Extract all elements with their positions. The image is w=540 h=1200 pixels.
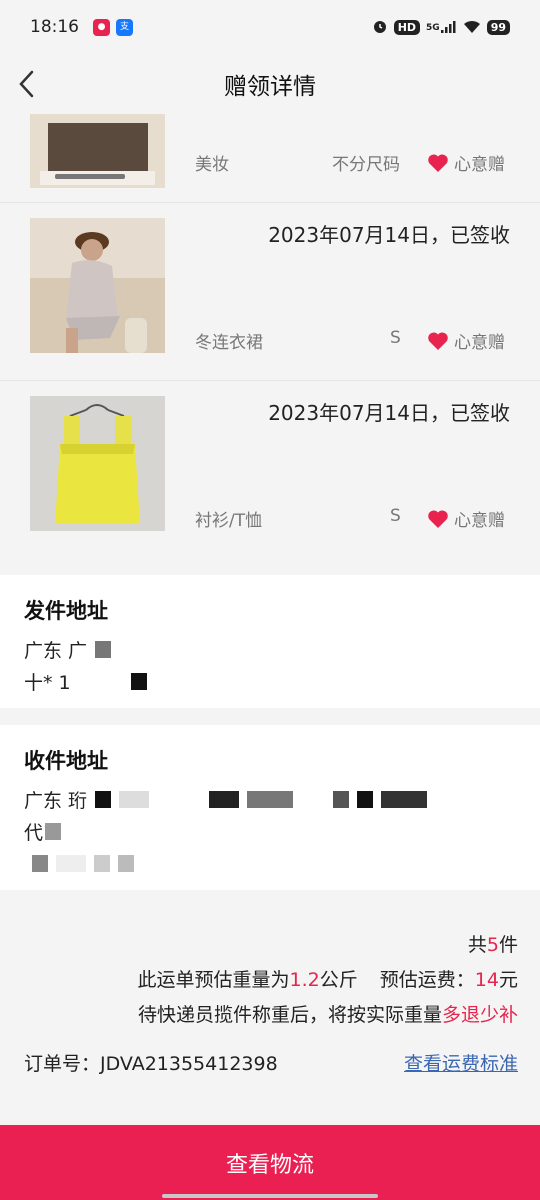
back-arrow-icon[interactable]	[14, 66, 44, 102]
redaction-block	[118, 854, 134, 872]
receiver-address-line: 广东 珩	[24, 783, 516, 815]
redaction-block	[56, 854, 86, 872]
gift-type: 心意赠	[427, 328, 505, 353]
status-time: 18:16	[30, 17, 79, 37]
product-image	[30, 114, 165, 188]
item-size: S	[390, 328, 401, 348]
page-header: 赠领详情	[0, 54, 540, 114]
page-title: 赠领详情	[224, 74, 316, 100]
alarm-icon	[373, 21, 386, 33]
item-date: 2023年07月14日，已签收	[268, 223, 510, 247]
redaction-block	[381, 790, 428, 808]
order-number: 订单号：JDVA21355412398	[24, 1053, 278, 1075]
product-image	[30, 218, 165, 353]
redaction-block	[209, 790, 240, 808]
item-size: 不分尺码	[332, 155, 400, 175]
sender-address-title: 发件地址	[24, 599, 108, 623]
redaction-block	[95, 790, 112, 808]
status-icons: HD 5G 99	[372, 19, 510, 35]
redaction-block	[95, 640, 112, 658]
redaction-block	[357, 790, 374, 808]
gift-item[interactable]: 2023年07月14日，已签收 衬衫/T恤 S 心意赠	[0, 381, 540, 559]
redaction-block	[94, 854, 110, 872]
refund-note: 待快递员揽件称重后，将按实际重量多退少补	[137, 1004, 518, 1026]
alipay-notification-icon: 支	[116, 18, 133, 36]
redaction-block	[32, 854, 48, 872]
redaction-block	[247, 790, 294, 808]
redaction-block	[333, 790, 350, 808]
sender-address-line: 广东 广	[24, 633, 516, 665]
redaction-block	[130, 672, 147, 690]
view-logistics-button[interactable]: 查看物流	[0, 1125, 540, 1200]
estimated-weight-fee: 此运单预估重量为1.2公斤 预估运费：14元	[137, 969, 518, 991]
heart-icon	[428, 331, 448, 350]
sender-address-line: 十* 1	[24, 665, 516, 697]
network-signal-icon: 5G	[426, 21, 457, 33]
receiver-address-title: 收件地址	[24, 749, 108, 773]
receiver-address-line	[24, 847, 516, 879]
item-count: 共5件	[467, 934, 518, 956]
gift-item[interactable]: 美妆 不分尺码 心意赠	[0, 114, 540, 203]
gift-type-label: 心意赠	[454, 333, 505, 353]
receiver-address-line: 代	[24, 815, 516, 847]
wifi-icon	[463, 20, 480, 33]
item-category: 冬连衣裙	[195, 333, 263, 353]
item-size: S	[390, 506, 401, 526]
battery-icon: 99	[486, 19, 510, 35]
item-date: 2023年07月14日，已签收	[268, 401, 510, 425]
app-notification-icon: ●	[93, 18, 110, 36]
shipping-summary: 共5件 此运单预估重量为1.2公斤 预估运费：14元 待快递员揽件称重后，将按实际…	[0, 890, 540, 1120]
gift-item-list: 美妆 不分尺码 心意赠 2023年07月14日，已签收 冬连衣裙 S 心意赠 2…	[0, 114, 540, 559]
heart-icon	[428, 153, 448, 172]
home-indicator	[162, 1194, 378, 1198]
gift-type-label: 心意赠	[454, 155, 505, 175]
item-category: 衬衫/T恤	[195, 511, 263, 531]
receiver-address-card: 收件地址 广东 珩 代	[0, 725, 540, 890]
sender-address-card: 发件地址 广东 广 十* 1	[0, 575, 540, 708]
gift-item[interactable]: 2023年07月14日，已签收 冬连衣裙 S 心意赠	[0, 203, 540, 381]
gift-type: 心意赠	[427, 150, 505, 175]
heart-icon	[428, 509, 448, 528]
redaction-block	[119, 790, 150, 808]
shipping-fee-standard-link[interactable]: 查看运费标准	[404, 1049, 518, 1076]
hd-icon: HD	[393, 19, 421, 35]
item-category: 美妆	[195, 155, 229, 175]
product-image	[30, 396, 165, 531]
status-bar: 18:16 ● 支 HD 5G 99	[0, 0, 540, 54]
gift-type: 心意赠	[427, 506, 505, 531]
redaction-block	[45, 822, 62, 840]
gift-type-label: 心意赠	[454, 511, 505, 531]
